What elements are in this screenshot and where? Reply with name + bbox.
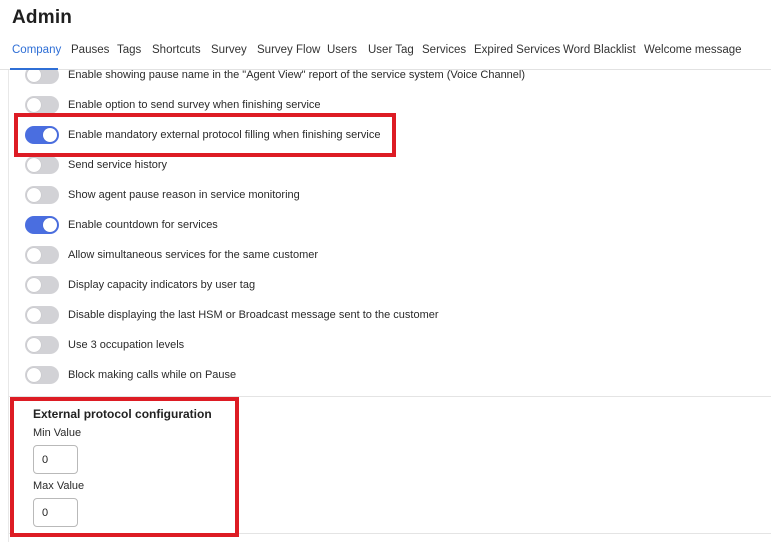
setting-row-agent-pause-reason: Show agent pause reason in service monit… bbox=[25, 185, 300, 205]
min-value-label: Min Value bbox=[33, 427, 82, 439]
setting-row-simultaneous-services: Allow simultaneous services for the same… bbox=[25, 245, 318, 265]
section-bottom-border bbox=[9, 533, 771, 534]
setting-row-capacity-indicators: Display capacity indicators by user tag bbox=[25, 275, 255, 295]
setting-label: Use 3 occupation levels bbox=[68, 339, 185, 351]
toggle-switch[interactable] bbox=[25, 366, 59, 384]
toggle-switch[interactable] bbox=[25, 126, 59, 144]
setting-label: Block making calls while on Pause bbox=[68, 369, 237, 381]
max-value-label: Max Value bbox=[33, 480, 85, 492]
max-value-input[interactable] bbox=[33, 498, 78, 527]
setting-label: Show agent pause reason in service monit… bbox=[68, 189, 300, 201]
setting-row-block-calls-pause: Block making calls while on Pause bbox=[25, 365, 236, 385]
tab-services[interactable]: Services bbox=[422, 44, 466, 56]
toggle-switch[interactable] bbox=[25, 276, 59, 294]
setting-label: Enable option to send survey when finish… bbox=[68, 99, 321, 111]
setting-row-send-survey: Enable option to send survey when finish… bbox=[25, 95, 321, 115]
external-protocol-section-title: External protocol configuration bbox=[33, 407, 212, 421]
toggle-switch[interactable] bbox=[25, 306, 59, 324]
setting-label: Display capacity indicators by user tag bbox=[68, 279, 256, 291]
setting-label: Enable showing pause name in the "Agent … bbox=[68, 70, 526, 81]
setting-label: Enable mandatory external protocol filli… bbox=[68, 129, 381, 141]
setting-row-countdown: Enable countdown for services bbox=[25, 215, 218, 235]
toggle-switch[interactable] bbox=[25, 96, 59, 114]
tab-tags[interactable]: Tags bbox=[117, 44, 141, 56]
setting-label: Disable displaying the last HSM or Broad… bbox=[68, 309, 439, 321]
toggle-switch[interactable] bbox=[25, 156, 59, 174]
page-title: Admin bbox=[12, 7, 73, 28]
settings-panel: Enable showing pause name in the "Agent … bbox=[8, 70, 771, 542]
tab-word-blacklist[interactable]: Word Blacklist bbox=[563, 44, 636, 56]
tab-survey[interactable]: Survey bbox=[211, 44, 247, 56]
setting-label: Allow simultaneous services for the same… bbox=[68, 249, 319, 261]
setting-label: Enable countdown for services bbox=[68, 219, 218, 231]
toggle-switch[interactable] bbox=[25, 216, 59, 234]
toggle-switch[interactable] bbox=[25, 70, 59, 84]
tab-bar: Company Pauses Tags Shortcuts Survey Sur… bbox=[0, 40, 771, 70]
min-value-input[interactable] bbox=[33, 445, 78, 474]
tab-welcome-message[interactable]: Welcome message bbox=[644, 44, 742, 56]
setting-label: Send service history bbox=[68, 159, 168, 171]
tab-survey-flow[interactable]: Survey Flow bbox=[257, 44, 320, 56]
tab-users[interactable]: Users bbox=[327, 44, 357, 56]
tab-user-tag[interactable]: User Tag bbox=[368, 44, 414, 56]
tab-company[interactable]: Company bbox=[12, 44, 61, 56]
setting-row-occupation-levels: Use 3 occupation levels bbox=[25, 335, 184, 355]
section-divider bbox=[9, 396, 771, 397]
setting-row-pause-name-agent-view: Enable showing pause name in the "Agent … bbox=[25, 70, 525, 85]
setting-row-disable-last-hsm: Disable displaying the last HSM or Broad… bbox=[25, 305, 439, 325]
tab-shortcuts[interactable]: Shortcuts bbox=[152, 44, 201, 56]
setting-row-send-service-history: Send service history bbox=[25, 155, 167, 175]
tab-pauses[interactable]: Pauses bbox=[71, 44, 109, 56]
setting-row-mandatory-external-protocol: Enable mandatory external protocol filli… bbox=[25, 125, 380, 145]
tab-expired-services[interactable]: Expired Services bbox=[474, 44, 560, 56]
toggle-switch[interactable] bbox=[25, 336, 59, 354]
toggle-switch[interactable] bbox=[25, 186, 59, 204]
toggle-switch[interactable] bbox=[25, 246, 59, 264]
